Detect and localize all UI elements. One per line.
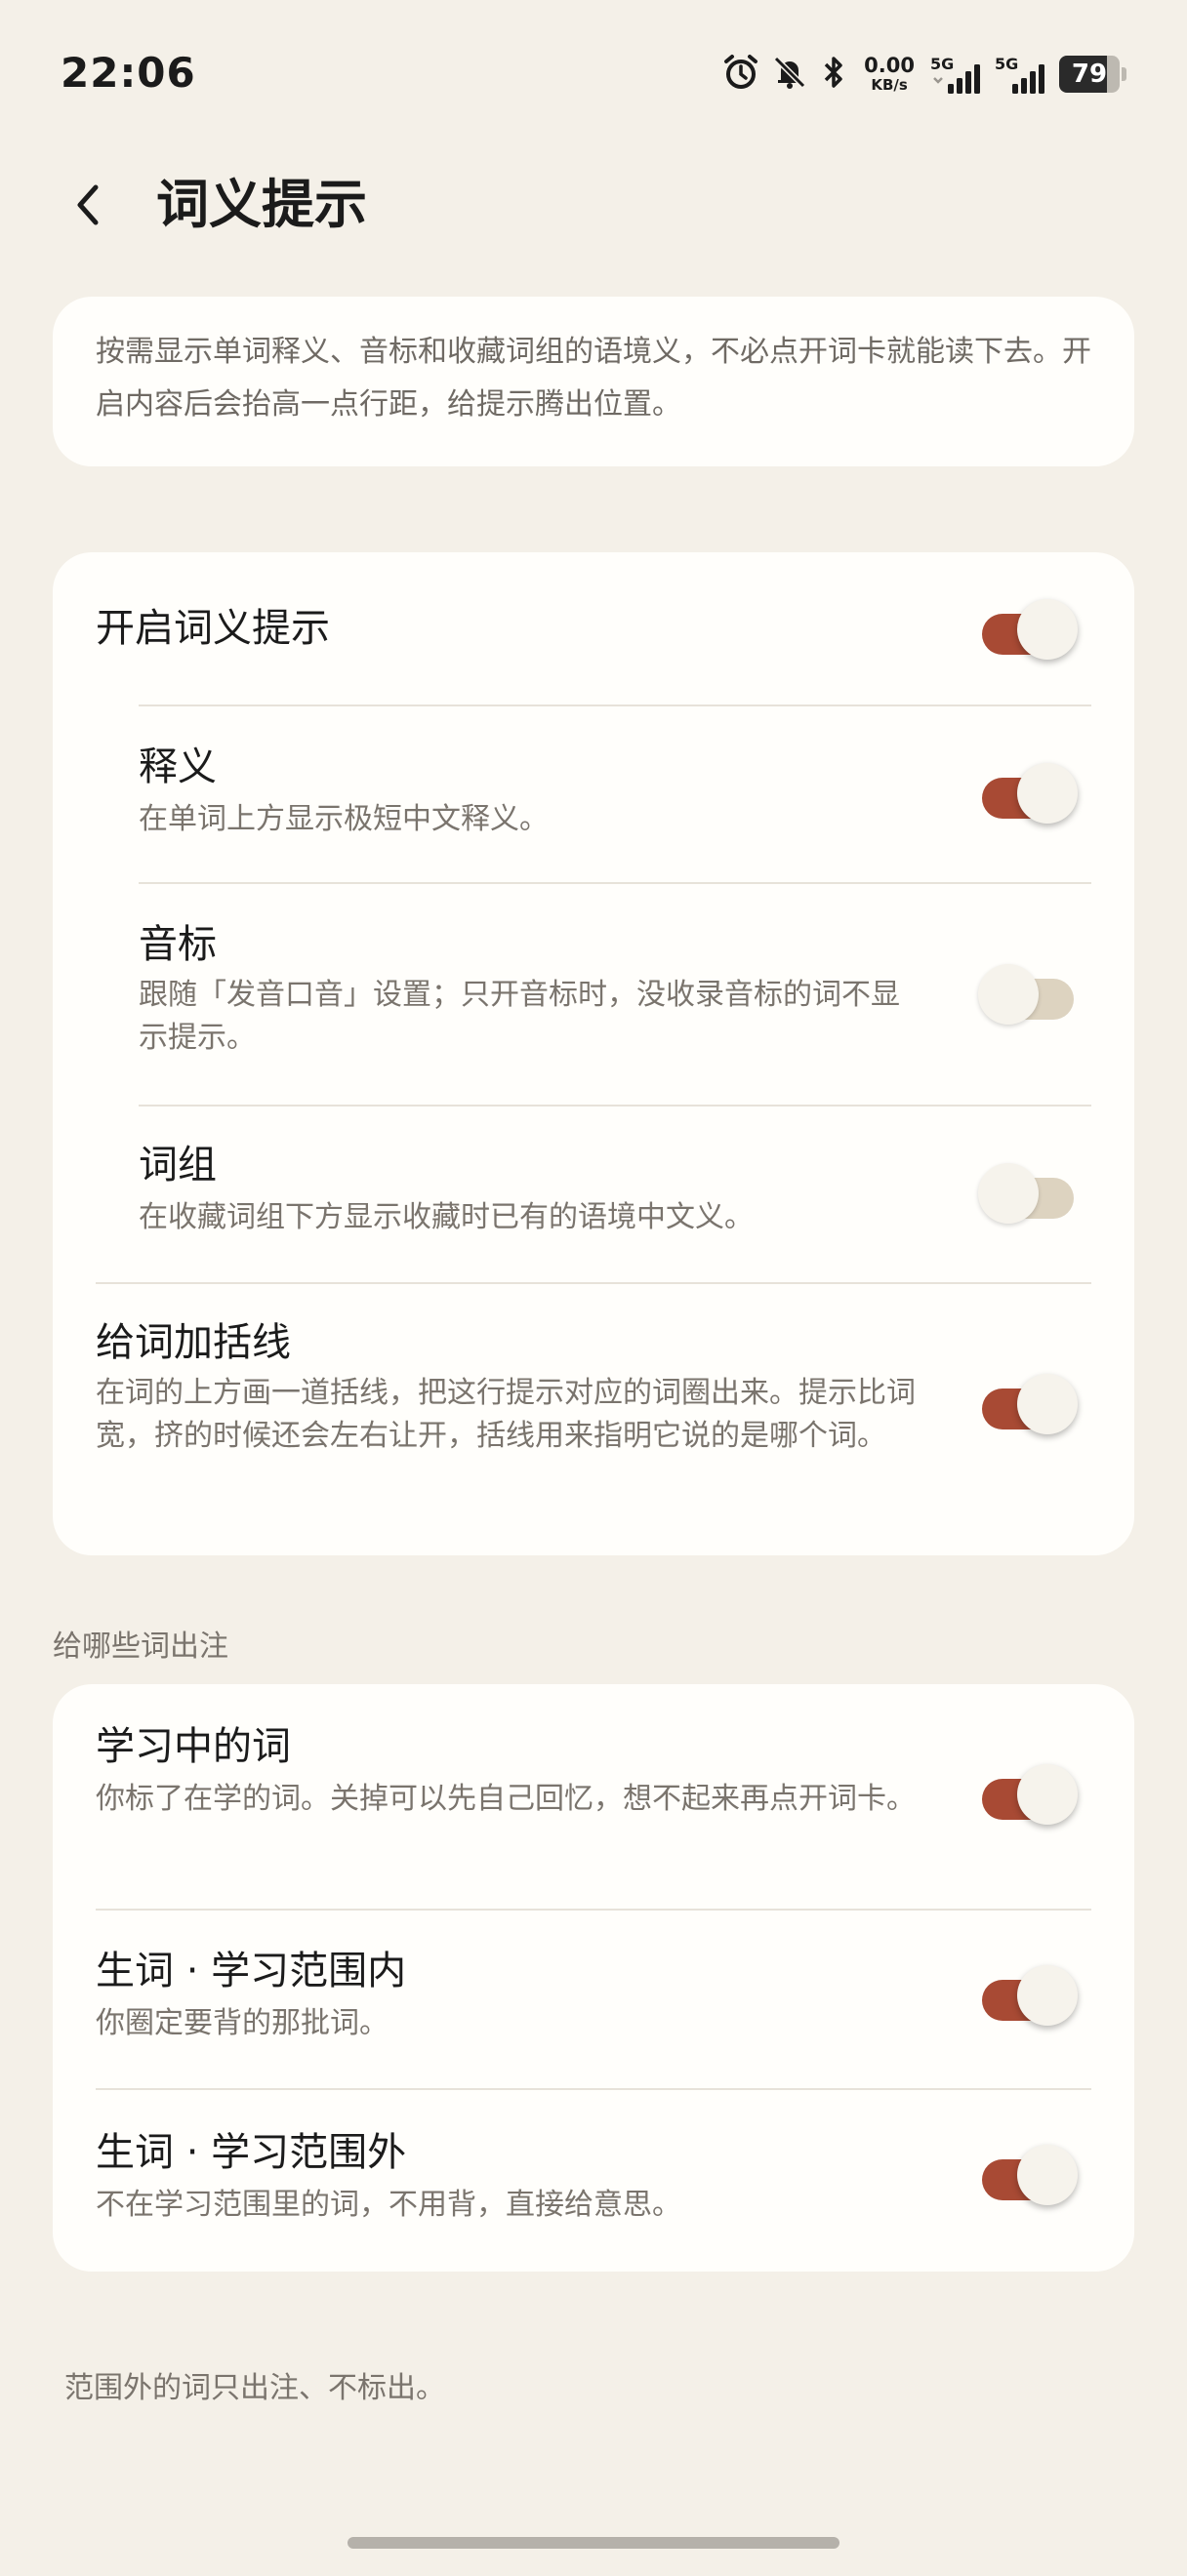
new-out-scope-toggle[interactable] [978,2143,1078,2207]
setting-row-learning[interactable]: 学习中的词 你标了在学的词。关掉可以先自己回忆，想不起来再点开词卡。 [53,1684,1134,1909]
setting-title: 释义 [139,745,217,789]
alarm-icon [721,53,760,96]
chevron-left-icon [77,184,99,225]
hint-settings-card: 开启词义提示 释义 在单词上方显示极短中文释义。 音标 跟随「发音口音」设置；只… [53,552,1134,1555]
signal-2: 5G [995,53,1049,96]
setting-desc: 不在学习范围里的词，不用背，直接给意思。 [96,2188,681,2222]
bracket-toggle[interactable] [978,1372,1078,1436]
setting-row-new-out-scope[interactable]: 生词 · 学习范围外 不在学习范围里的词，不用背，直接给意思。 [53,2090,1134,2272]
setting-desc: 你标了在学的词。关掉可以先自己回忆，想不起来再点开词卡。 [96,1782,916,1816]
setting-desc: 在单词上方显示极短中文释义。 [139,802,549,836]
new-in-scope-toggle[interactable] [978,1963,1078,2028]
meaning-toggle[interactable] [978,761,1078,825]
setting-title: 给词加括线 [96,1320,291,1365]
toggle-knob [1017,2145,1078,2205]
section-label: 给哪些词出注 [53,1630,228,1664]
setting-title: 词组 [139,1143,217,1187]
setting-desc: 跟随「发音口音」设置；只开音标时，没收录音标的词不显示提示。 [139,978,900,1055]
toggle-knob [978,1163,1039,1224]
setting-title: 生词 · 学习范围内 [96,1949,407,1993]
toggle-knob [1017,1764,1078,1825]
header: 词义提示 [0,156,1187,254]
toggle-knob [1017,1374,1078,1434]
bluetooth-icon [819,53,848,96]
battery-icon: 79 [1059,56,1126,93]
enable-toggle[interactable] [978,597,1078,662]
setting-title: 开启词义提示 [96,606,330,651]
toggle-knob [1017,599,1078,660]
signal-2-label: 5G [995,55,1019,73]
phonetic-toggle[interactable] [978,962,1076,1026]
setting-row-phonetic[interactable]: 音标 跟随「发音口音」设置；只开音标时，没收录音标的词不显示提示。 [53,884,1134,1105]
battery-level: 79 [1059,56,1120,93]
signal-1-label: 5G [930,55,955,73]
setting-desc: 你圈定要背的那批词。 [96,2006,389,2040]
setting-row-new-in-scope[interactable]: 生词 · 学习范围内 你圈定要背的那批词。 [53,1911,1134,2088]
word-scope-card: 学习中的词 你标了在学的词。关掉可以先自己回忆，想不起来再点开词卡。 生词 · … [53,1684,1134,2272]
signal-1: 5G [930,53,985,96]
setting-title: 音标 [139,922,217,967]
setting-row-meaning[interactable]: 释义 在单词上方显示极短中文释义。 [53,706,1134,882]
setting-row-phrase[interactable]: 词组 在收藏词组下方显示收藏时已有的语境中文义。 [53,1107,1134,1282]
mute-bell-icon [770,53,809,96]
setting-title: 生词 · 学习范围外 [96,2130,407,2175]
learning-toggle[interactable] [978,1762,1078,1827]
status-time: 22:06 [61,49,196,97]
setting-row-bracket[interactable]: 给词加括线 在词的上方画一道括线，把这行提示对应的词圈出来。提示比词宽，挤的时候… [53,1284,1134,1555]
net-speed-value: 0.00 [864,54,915,77]
intro-text: 按需显示单词释义、音标和收藏词组的语境义，不必点开词卡就能读下去。开启内容后会抬… [96,335,1091,422]
setting-title: 学习中的词 [96,1724,291,1769]
setting-row-enable[interactable]: 开启词义提示 [53,552,1134,704]
net-speed-unit: KB/s [871,76,908,94]
status-icons: 0.00 KB/s 5G 5G 79 [721,49,1126,100]
page-title: 词义提示 [156,174,367,235]
battery-tip [1122,67,1126,81]
intro-card: 按需显示单词释义、音标和收藏词组的语境义，不必点开词卡就能读下去。开启内容后会抬… [53,297,1134,466]
footer-note: 范围外的词只出注、不标出。 [64,2371,445,2405]
toggle-knob [1017,763,1078,824]
network-speed: 0.00 KB/s [864,56,915,93]
phrase-toggle[interactable] [978,1161,1076,1226]
toggle-knob [978,964,1039,1025]
back-button[interactable] [57,174,119,236]
setting-desc: 在词的上方画一道括线，把这行提示对应的词圈出来。提示比词宽，挤的时候还会左右让开… [96,1376,916,1453]
setting-desc: 在收藏词组下方显示收藏时已有的语境中文义。 [139,1200,754,1234]
status-bar: 22:06 0.00 KB/s 5G 5G 79 [0,0,1187,137]
home-indicator[interactable] [348,2537,839,2549]
toggle-knob [1017,1965,1078,2026]
